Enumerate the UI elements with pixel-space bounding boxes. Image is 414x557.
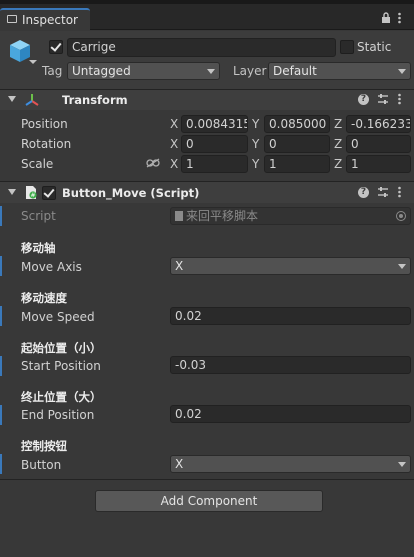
- help-icon[interactable]: ?: [358, 187, 369, 198]
- modified-indicator: [0, 356, 2, 376]
- axis-x-label: X: [170, 157, 179, 171]
- move-axis-value: X: [175, 259, 184, 273]
- axis-z-label: Z: [334, 157, 343, 171]
- script-reference-field[interactable]: 来回平移脚本: [170, 207, 411, 225]
- link-icon[interactable]: [146, 157, 160, 171]
- tab-inspector[interactable]: Inspector: [0, 8, 90, 30]
- tag-value: Untagged: [72, 64, 131, 78]
- script-reference-value: 来回平移脚本: [186, 209, 259, 223]
- axis-x-label: X: [170, 117, 179, 131]
- start-position-field[interactable]: -0.03: [170, 356, 411, 374]
- tag-label: Tag: [42, 64, 63, 78]
- script-file-icon: #: [24, 185, 38, 203]
- active-checkbox[interactable]: [49, 40, 63, 54]
- axis-y-label: Y: [252, 117, 260, 131]
- axis-y-label: Y: [252, 157, 260, 171]
- chevron-down-icon: [398, 462, 406, 467]
- position-z-field[interactable]: -0.166233: [346, 115, 411, 133]
- svg-text:#: #: [30, 192, 35, 199]
- transform-icon: [24, 92, 40, 111]
- modified-indicator: [0, 306, 2, 326]
- preset-icon[interactable]: [377, 186, 389, 201]
- more-icon[interactable]: [398, 186, 401, 201]
- layer-value: Default: [273, 64, 317, 78]
- component-enabled-checkbox[interactable]: [42, 186, 56, 200]
- foldout-arrow-icon[interactable]: [8, 189, 16, 195]
- field-header: 终止位置（大）: [21, 390, 102, 404]
- modified-indicator: [0, 256, 2, 276]
- layer-label: Layer: [233, 64, 267, 78]
- script-label: Script: [21, 209, 56, 223]
- modified-indicator: [0, 454, 2, 474]
- field-header: 移动轴: [21, 241, 56, 255]
- gameobject-cube-icon: [8, 38, 32, 69]
- axis-x-label: X: [170, 137, 179, 151]
- start-position-label: Start Position: [21, 359, 101, 373]
- layer-dropdown[interactable]: Default: [268, 62, 411, 80]
- rotation-y-field[interactable]: 0: [264, 135, 330, 153]
- end-position-field[interactable]: 0.02: [170, 405, 411, 423]
- move-axis-label: Move Axis: [21, 260, 82, 274]
- position-label: Position: [21, 117, 68, 131]
- transform-title: Transform: [62, 93, 128, 107]
- position-x-field[interactable]: 0.0084315: [181, 115, 248, 133]
- help-icon[interactable]: ?: [358, 94, 369, 105]
- more-icon[interactable]: [398, 93, 401, 108]
- object-name-field[interactable]: Carrige: [67, 38, 336, 57]
- inspector-tab-label: Inspector: [22, 13, 78, 27]
- scale-label: Scale: [21, 157, 54, 171]
- inspector-tab-icon: [7, 15, 17, 23]
- axis-y-label: Y: [252, 137, 260, 151]
- add-component-button[interactable]: Add Component: [95, 490, 323, 512]
- field-header: 移动速度: [21, 291, 67, 305]
- button-label: Button: [21, 458, 62, 472]
- preset-icon[interactable]: [377, 93, 389, 108]
- script-file-small-icon: [175, 211, 183, 221]
- icon-dropdown-arrow[interactable]: [29, 60, 37, 64]
- chevron-down-icon: [398, 69, 406, 74]
- axis-z-label: Z: [334, 117, 343, 131]
- button-dropdown[interactable]: X: [170, 455, 411, 473]
- axis-z-label: Z: [334, 137, 343, 151]
- scale-x-field[interactable]: 1: [181, 155, 248, 173]
- tag-dropdown[interactable]: Untagged: [67, 62, 220, 80]
- script-component-title: Button_Move (Script): [62, 186, 200, 200]
- menu-icon[interactable]: [398, 12, 401, 26]
- object-picker-icon[interactable]: [396, 211, 406, 221]
- move-axis-dropdown[interactable]: X: [170, 257, 411, 275]
- static-label: Static: [357, 40, 392, 54]
- rotation-z-field[interactable]: 0: [346, 135, 411, 153]
- chevron-down-icon: [398, 264, 406, 269]
- modified-indicator: [0, 206, 2, 226]
- field-header: 起始位置（小）: [21, 341, 102, 355]
- end-position-label: End Position: [21, 408, 95, 422]
- position-y-field[interactable]: 0.085000: [264, 115, 330, 133]
- move-speed-field[interactable]: 0.02: [170, 307, 411, 325]
- divider: [0, 479, 414, 480]
- move-speed-label: Move Speed: [21, 310, 95, 324]
- chevron-down-icon: [207, 69, 215, 74]
- foldout-arrow-icon[interactable]: [8, 96, 16, 102]
- static-checkbox[interactable]: [340, 40, 354, 54]
- button-value: X: [175, 457, 184, 471]
- field-header: 控制按钮: [21, 439, 67, 453]
- rotation-x-field[interactable]: 0: [181, 135, 248, 153]
- rotation-label: Rotation: [21, 137, 72, 151]
- lock-icon[interactable]: [381, 12, 391, 26]
- modified-indicator: [0, 405, 2, 425]
- scale-z-field[interactable]: 1: [346, 155, 411, 173]
- add-component-label: Add Component: [160, 494, 258, 508]
- scale-y-field[interactable]: 1: [264, 155, 330, 173]
